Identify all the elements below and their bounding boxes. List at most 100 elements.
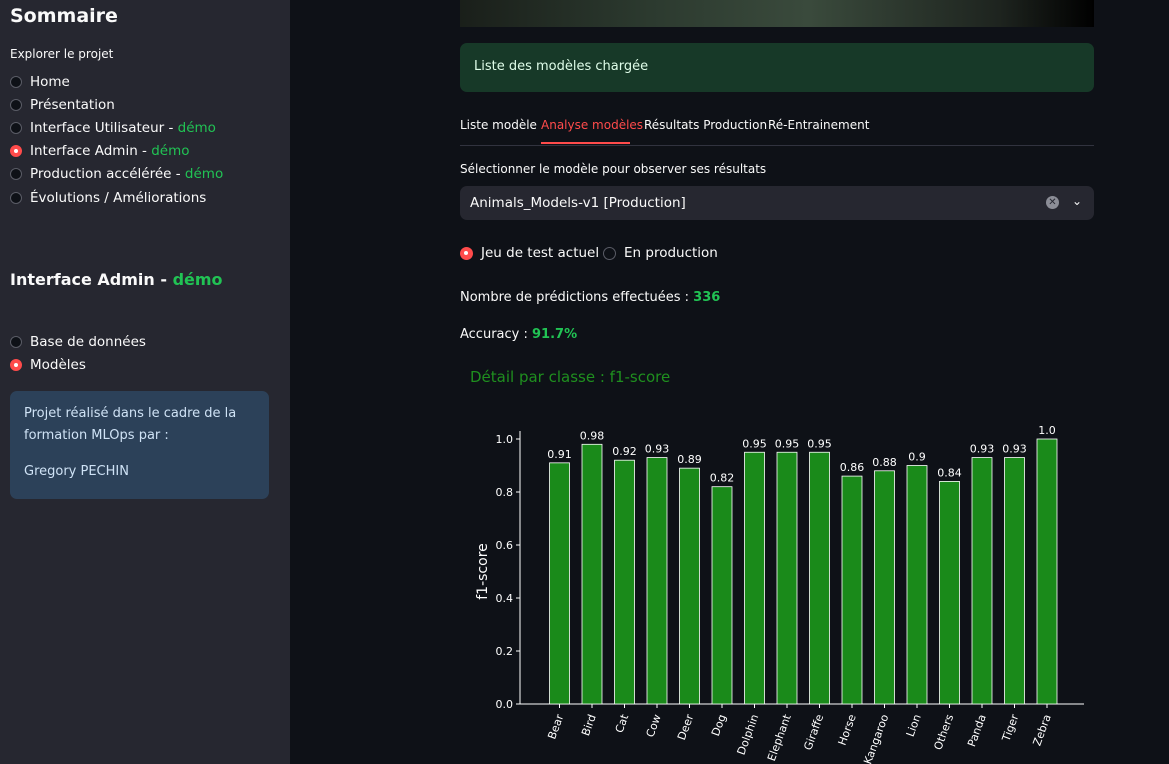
nav-item-interface-admin[interactable]: Interface Admin - démo (10, 140, 223, 163)
x-tick-label: Horse (836, 712, 859, 747)
nav-radio-group: Home Présentation Interface Utilisateur … (10, 70, 223, 209)
demo-tag: démo (184, 166, 224, 183)
project-info-box: Projet réalisé dans le cadre de la forma… (10, 391, 269, 499)
nav-label: Base de données (30, 333, 146, 350)
nav-label: Modèles (30, 356, 86, 373)
y-tick-label: 0.8 (496, 486, 514, 499)
data-label: 0.86 (840, 461, 865, 474)
active-tab-indicator (541, 142, 630, 144)
y-tick-label: 0.4 (496, 592, 514, 605)
success-message: Liste des modèles chargée (474, 59, 649, 74)
x-tick-label: Tiger (999, 712, 1021, 744)
bar-giraffe (809, 451, 830, 705)
data-label: 0.95 (775, 437, 800, 450)
data-label: 0.95 (742, 437, 767, 450)
x-tick-label: Bird (579, 713, 599, 738)
y-axis-label: f1-score (475, 543, 491, 600)
bar-elephant (776, 451, 798, 705)
data-label: 0.93 (645, 443, 670, 456)
bar-dog (711, 486, 733, 705)
radio-button[interactable] (10, 168, 22, 181)
tab-resultats-production[interactable]: Résultats Production (644, 118, 767, 132)
data-label: 0.98 (580, 429, 605, 442)
nav-item-modeles[interactable]: Modèles (10, 353, 146, 376)
radio-button[interactable] (10, 75, 22, 88)
data-label: 0.84 (937, 466, 962, 479)
project-info-text: Projet réalisé dans le cadre de la forma… (24, 406, 237, 443)
x-tick-label: Kangaroo (861, 712, 891, 764)
clear-icon[interactable]: ✕ (1046, 196, 1059, 209)
metric-label: Accuracy : (460, 327, 532, 342)
y-tick-label: 0.6 (496, 539, 514, 552)
data-label: 0.88 (872, 456, 897, 469)
demo-tag: démo (151, 143, 190, 160)
nav-label: Production accélérée - démo (30, 166, 224, 183)
radio-button-selected[interactable] (10, 145, 22, 158)
nav-item-base-de-donnees[interactable]: Base de données (10, 330, 146, 353)
project-author: Gregory PECHIN (24, 464, 129, 479)
data-label: 0.95 (807, 437, 832, 450)
data-label: 0.82 (710, 472, 735, 485)
radio-label: Jeu de test actuel (481, 245, 600, 261)
bar-kangaroo (874, 470, 895, 705)
bar-horse (841, 475, 863, 705)
nav-item-evolutions[interactable]: Évolutions / Améliorations (10, 186, 223, 209)
data-label: 1.0 (1038, 424, 1056, 437)
bar-cat (614, 459, 635, 705)
x-tick-label: Dog (709, 713, 729, 738)
x-tick-label: Others (931, 712, 956, 751)
data-label: 0.91 (547, 448, 572, 461)
y-tick-label: 0.2 (496, 645, 514, 658)
data-label: 0.9 (908, 451, 926, 464)
y-tick-label: 0.0 (496, 698, 514, 711)
f1-score-bar-chart: 0.0 0.2 0.4 0.6 0.8 1.0 f1-score 0.91 Bear 0.98 Bi… (475, 424, 1084, 764)
tab-analyse-modeles[interactable]: Analyse modèles (541, 118, 643, 132)
radio-button[interactable] (603, 246, 616, 260)
bar-others (939, 481, 960, 705)
sidebar-title: Sommaire (10, 5, 118, 27)
header-image (460, 0, 1094, 27)
nav-item-presentation[interactable]: Présentation (10, 93, 223, 116)
demo-tag: démo (172, 270, 223, 289)
sidebar-subtitle: Explorer le projet (10, 47, 114, 61)
x-tick-label: Bear (545, 712, 566, 741)
model-select[interactable]: Animals_Models-v1 [Production] ✕ ⌄ (460, 186, 1094, 220)
bar-panda (971, 457, 993, 705)
tab-liste-modele[interactable]: Liste modèle (460, 118, 537, 132)
radio-en-production[interactable]: En production (603, 245, 718, 261)
radio-jeu-de-test[interactable]: Jeu de test actuel (460, 245, 599, 261)
radio-button[interactable] (10, 191, 22, 204)
x-tick-label: Giraffe (801, 712, 826, 752)
predictions-metric: Nombre de prédictions effectuées : 336 (460, 290, 720, 305)
bar-bird (581, 443, 603, 705)
nav-label: Home (30, 73, 70, 90)
metric-label: Nombre de prédictions effectuées : (460, 290, 694, 305)
radio-label: En production (624, 245, 718, 261)
select-label: Sélectionner le modèle pour observer ses… (460, 162, 767, 176)
nav-label: Interface Utilisateur - démo (30, 119, 216, 136)
bar-tiger (1004, 457, 1025, 705)
nav-item-home[interactable]: Home (10, 70, 223, 93)
nav-item-production-acceleree[interactable]: Production accélérée - démo (10, 163, 223, 186)
bar-deer (679, 467, 700, 705)
radio-button[interactable] (10, 121, 22, 134)
x-tick-label: Lion (904, 713, 924, 739)
chart-heading: Détail par classe : f1-score (470, 368, 671, 386)
radio-button[interactable] (10, 335, 22, 348)
tab-re-entrainement[interactable]: Ré-Entrainement (768, 118, 869, 132)
radio-button-selected[interactable] (10, 358, 22, 371)
radio-button-selected[interactable] (460, 246, 473, 260)
radio-button[interactable] (10, 98, 22, 111)
nav-item-interface-utilisateur[interactable]: Interface Utilisateur - démo (10, 116, 223, 139)
chevron-down-icon[interactable]: ⌄ (1072, 194, 1082, 208)
sidebar: Sommaire Explorer le projet Home Présent… (0, 0, 290, 764)
data-label: 0.93 (970, 443, 995, 456)
bar-bear (549, 462, 570, 705)
accuracy-metric: Accuracy : 91.7% (460, 327, 577, 342)
data-label: 0.93 (1002, 443, 1027, 456)
x-tick-label: Zebra (1030, 713, 1053, 748)
tab-bar: Liste modèle Analyse modèles Résultats P… (460, 110, 1094, 146)
nav-label: Interface Admin - démo (30, 143, 190, 160)
x-tick-label: Elephant (765, 712, 794, 763)
bar-zebra (1036, 438, 1058, 705)
